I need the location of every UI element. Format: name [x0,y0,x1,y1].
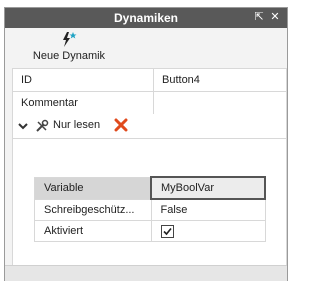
property-row-id: ID Button4 [12,68,287,92]
chevron-down-icon[interactable] [17,120,29,132]
write-protected-value[interactable]: False [150,198,266,221]
id-label: ID [12,68,154,92]
dynamic-header: Nur lesen [13,114,286,139]
write-protected-label: Schreibgeschütz... [34,198,152,221]
grid-row-enabled[interactable]: Aktiviert [34,220,266,242]
delete-x-icon[interactable] [113,117,129,133]
new-dynamic-label: Neue Dynamik [32,50,106,62]
tools-icon [36,119,49,132]
grid-row-variable[interactable]: Variable MyBoolVar [34,176,266,200]
checkbox-checked-icon[interactable] [160,225,174,238]
status-footer [5,265,287,281]
variable-label: Variable [34,176,152,200]
new-dynamic-button[interactable]: Neue Dynamik [31,31,107,65]
undock-icon[interactable]: ⇱ [252,10,266,25]
enabled-value[interactable] [150,220,266,242]
property-table: ID Button4 Kommentar [12,68,287,115]
dynamics-list: Nur lesen Variable MyBoolVar Schreibgesc… [12,114,287,265]
title-bar: Dynamiken ⇱ ✕ [5,8,287,28]
grid-row-write-protected[interactable]: Schreibgeschütz... False [34,198,266,221]
dynamics-panel: Dynamiken ⇱ ✕ Neue Dynamik ID Button4 Ko… [4,7,288,281]
comment-value[interactable] [153,91,287,115]
property-row-comment: Kommentar [12,91,287,115]
enabled-label: Aktiviert [34,220,152,242]
panel-title: Dynamiken [113,11,179,25]
toolbar: Neue Dynamik [5,28,287,68]
comment-label: Kommentar [12,91,154,115]
close-icon[interactable]: ✕ [268,10,282,25]
dynamic-properties-grid: Variable MyBoolVar Schreibgeschütz... Fa… [34,176,266,242]
read-only-label: Nur lesen [53,119,101,131]
id-value[interactable]: Button4 [153,68,287,92]
variable-value[interactable]: MyBoolVar [150,176,266,200]
lightning-star-icon [63,32,77,47]
